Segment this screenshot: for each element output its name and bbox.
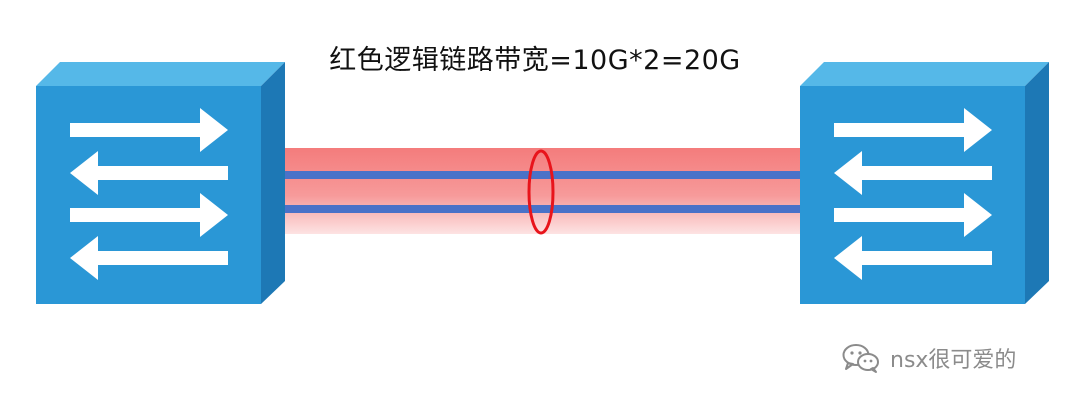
wechat-icon: [842, 344, 879, 373]
physical-link-top: [280, 171, 810, 179]
switch-left-front-face: [36, 86, 261, 304]
switch-left-side-face: [261, 62, 285, 304]
logical-link-band: [285, 148, 805, 234]
switch-right-side-face: [1025, 62, 1049, 304]
physical-link-bottom: [280, 205, 810, 213]
switch-right: [800, 62, 1049, 304]
diagram-title: 红色逻辑链路带宽=10G*2=20G: [329, 45, 741, 76]
switch-left: [36, 62, 285, 304]
switch-right-front-face: [800, 86, 1025, 304]
watermark: nsx很可爱的: [842, 340, 1016, 376]
watermark-text: nsx很可爱的: [890, 348, 1017, 373]
